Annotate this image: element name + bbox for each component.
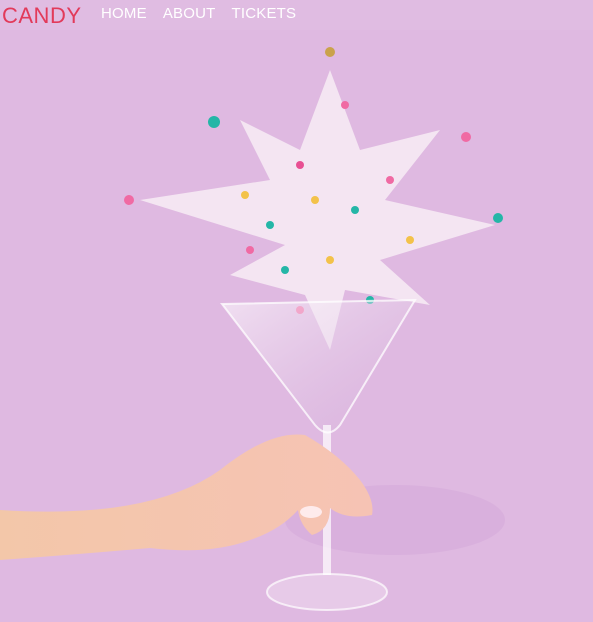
martini-glass-bowl xyxy=(220,298,417,434)
martini-glass-base xyxy=(266,573,388,611)
hero-image xyxy=(0,47,505,611)
fingernail xyxy=(300,506,322,518)
